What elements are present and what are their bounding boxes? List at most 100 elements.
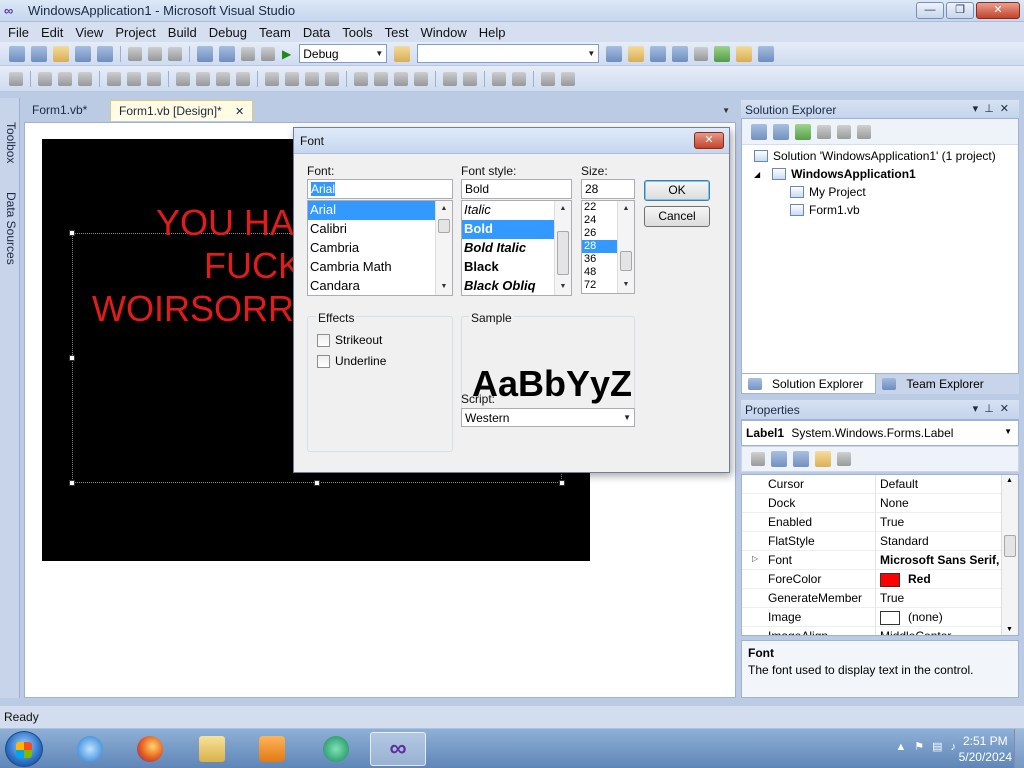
start-button[interactable] (5, 731, 43, 767)
decrease-vertical-spacing-icon[interactable] (394, 71, 408, 86)
menu-window[interactable]: Window (414, 25, 472, 40)
menu-team[interactable]: Team (253, 25, 297, 40)
underline-checkbox[interactable]: Underline (317, 354, 386, 368)
menu-edit[interactable]: Edit (35, 25, 69, 40)
redo-icon[interactable] (219, 45, 235, 62)
start-debugging-icon[interactable]: ▶ (282, 47, 291, 61)
taskbar-app[interactable] (308, 732, 364, 766)
property-row[interactable]: GenerateMember True (742, 589, 1002, 608)
menu-help[interactable]: Help (473, 25, 512, 40)
make-same-height-icon[interactable] (196, 71, 210, 86)
taskbar-firefox[interactable] (122, 732, 178, 766)
list-item[interactable]: Arial (308, 201, 436, 220)
cancel-button[interactable]: Cancel (644, 206, 710, 227)
menu-debug[interactable]: Debug (203, 25, 253, 40)
tree-my-project[interactable]: My Project (790, 185, 866, 199)
clock[interactable]: 2:51 PM 5/20/2024 (959, 733, 1012, 765)
property-row-font[interactable]: ▷ Font Microsoft Sans Serif, 2 (742, 551, 1002, 570)
checkbox-box[interactable] (317, 333, 330, 347)
scroll-thumb[interactable] (620, 251, 632, 271)
scroll-down-icon[interactable]: ▼ (555, 279, 571, 295)
vertical-spacing-icon[interactable] (354, 71, 368, 86)
property-value[interactable]: Standard (876, 532, 1002, 551)
property-value[interactable]: True (876, 513, 1002, 532)
restore-button[interactable]: ❐ (946, 2, 974, 19)
find-in-files-icon[interactable] (394, 45, 411, 62)
add-item-icon[interactable] (31, 45, 47, 62)
property-row-forecolor[interactable]: ForeColor Red (742, 570, 1002, 589)
scroll-down-icon[interactable]: ▼ (1006, 626, 1013, 633)
properties-window-icon[interactable] (628, 45, 645, 62)
menu-build[interactable]: Build (162, 25, 203, 40)
close-window-button[interactable]: ✕ (976, 2, 1020, 19)
expand-icon[interactable]: ▷ (752, 554, 758, 563)
command-window-icon[interactable] (758, 45, 775, 62)
align-to-grid-icon[interactable] (9, 71, 23, 86)
navigate-back-icon[interactable] (241, 46, 255, 61)
toolbox-tab[interactable]: Toolbox (2, 122, 18, 163)
open-file-icon[interactable] (53, 45, 69, 62)
property-row[interactable]: Enabled True (742, 513, 1002, 532)
property-row[interactable]: Cursor Default (742, 475, 1002, 494)
menu-file[interactable]: File (2, 25, 35, 40)
scroll-thumb[interactable] (438, 219, 450, 233)
show-all-files-icon[interactable] (773, 123, 789, 140)
close-tab-icon[interactable]: ✕ (235, 106, 244, 118)
strikeout-checkbox[interactable]: Strikeout (317, 333, 382, 347)
checkbox-box[interactable] (317, 354, 330, 368)
font-name-input[interactable]: Arial (307, 179, 453, 199)
decrease-spacing-icon[interactable] (305, 71, 319, 86)
refresh-icon[interactable] (795, 123, 811, 140)
scroll-up-icon[interactable]: ▲ (555, 201, 571, 217)
align-centers-icon[interactable] (58, 71, 72, 86)
taskbar-visual-studio[interactable]: ∞ (370, 732, 426, 766)
property-value[interactable]: Microsoft Sans Serif, 2 (876, 551, 1002, 570)
font-style-input[interactable]: Bold (461, 179, 572, 199)
properties-view-icon[interactable] (793, 451, 809, 467)
align-bottoms-icon[interactable] (147, 71, 161, 86)
class-diagram-icon[interactable] (857, 124, 871, 139)
menu-data[interactable]: Data (297, 25, 336, 40)
script-dropdown[interactable]: Western ▼ (461, 408, 635, 427)
center-vertically-icon[interactable] (463, 71, 477, 86)
bring-to-front-icon[interactable] (492, 71, 506, 86)
ok-button[interactable]: OK (644, 180, 710, 201)
alphabetical-icon[interactable] (771, 451, 787, 467)
tab-order-icon[interactable] (541, 71, 555, 86)
menu-project[interactable]: Project (109, 25, 161, 40)
scroll-thumb[interactable] (1004, 535, 1016, 557)
align-rights-icon[interactable] (78, 71, 92, 86)
tab-form1-code[interactable]: Form1.vb* (24, 100, 95, 121)
undo-icon[interactable] (197, 45, 213, 62)
menu-view[interactable]: View (69, 25, 109, 40)
solution-explorer-icon[interactable] (606, 45, 623, 62)
list-item[interactable]: 28 (582, 240, 618, 253)
property-value[interactable]: MiddleCenter (876, 627, 1002, 635)
remove-vertical-spacing-icon[interactable] (414, 71, 428, 86)
font-name-list[interactable]: Arial Calibri Cambria Cambria Math Canda… (307, 200, 453, 296)
property-row[interactable]: FlatStyle Standard (742, 532, 1002, 551)
resize-handle[interactable] (314, 480, 320, 486)
properties-icon[interactable] (751, 123, 767, 140)
list-item[interactable]: Cambria (308, 239, 452, 258)
resize-handle[interactable] (69, 355, 75, 361)
property-row[interactable]: ImageAlign MiddleCenter (742, 627, 1002, 635)
chevron-down-icon[interactable]: ▼ (722, 106, 730, 115)
tree-solution[interactable]: Solution 'WindowsApplication1' (1 projec… (754, 149, 996, 163)
make-same-width-icon[interactable] (176, 71, 190, 86)
scroll-up-icon[interactable]: ▲ (618, 201, 634, 217)
send-to-back-icon[interactable] (512, 71, 526, 86)
taskbar-explorer[interactable] (184, 732, 240, 766)
size-to-grid-icon[interactable] (236, 71, 250, 86)
menu-test[interactable]: Test (379, 25, 415, 40)
align-lefts-icon[interactable] (38, 71, 52, 86)
increase-spacing-icon[interactable] (285, 71, 299, 86)
find-combo[interactable]: ▼ (417, 44, 600, 63)
align-middles-icon[interactable] (127, 71, 141, 86)
scroll-up-icon[interactable]: ▲ (436, 201, 452, 217)
tab-form1-design[interactable]: Form1.vb [Design]* ✕ (110, 100, 254, 121)
tree-form1[interactable]: Form1.vb (790, 203, 860, 217)
size-list-scrollbar[interactable]: ▲ ▼ (617, 201, 634, 293)
make-same-size-icon[interactable] (216, 71, 230, 86)
property-row[interactable]: Dock None (742, 494, 1002, 513)
